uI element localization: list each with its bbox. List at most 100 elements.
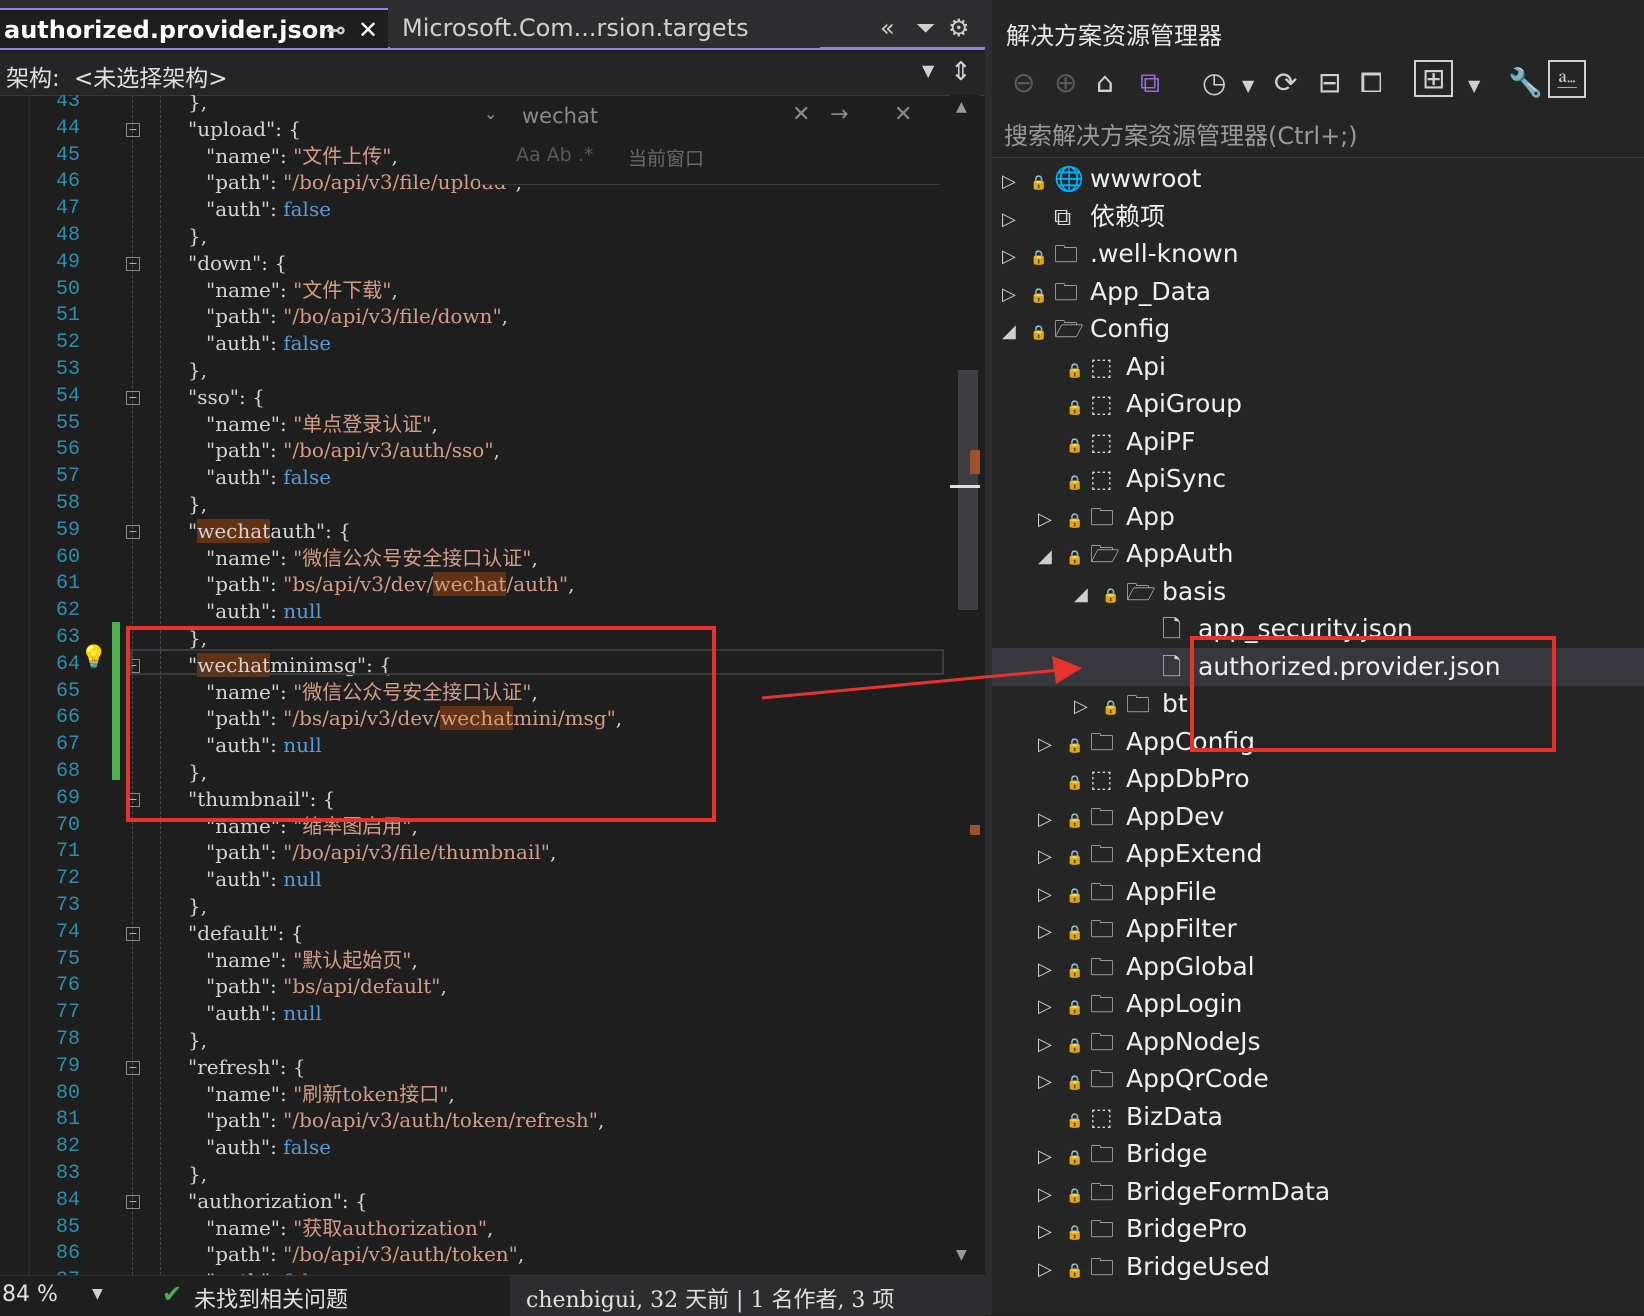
- tree-node[interactable]: ▷ 🔒 🗀 AppLogin: [992, 985, 1644, 1023]
- code-line[interactable]: "default": {: [188, 920, 304, 946]
- collapsed-arrow-icon[interactable]: ▷: [1038, 1213, 1066, 1251]
- tree-node[interactable]: ▷ 🔒 🗀 BridgePro: [992, 1210, 1644, 1248]
- tree-node[interactable]: 🔒 ⬚ AppDbPro: [992, 760, 1644, 798]
- code-line[interactable]: },: [188, 95, 207, 115]
- tree-node[interactable]: ◢ 🔒 🗁 Config: [992, 310, 1644, 348]
- tree-node[interactable]: ▷ 🔒 🗀 Bridge: [992, 1135, 1644, 1173]
- close-icon[interactable]: ✕: [358, 10, 378, 50]
- tree-node[interactable]: 🔒 ⬚ BizData: [992, 1098, 1644, 1136]
- tree-node[interactable]: 🔒 ⬚ ApiPF: [992, 423, 1644, 461]
- sync-with-active-document-icon[interactable]: ⊞: [1414, 60, 1454, 97]
- home-icon[interactable]: ⌂: [1096, 66, 1114, 99]
- code-line[interactable]: "upload": {: [188, 116, 301, 142]
- tree-node[interactable]: ▷ 🔒 🗀 AppFilter: [992, 910, 1644, 948]
- splitter[interactable]: [985, 0, 992, 1315]
- tree-node[interactable]: 🔒 ⬚ ApiSync: [992, 460, 1644, 498]
- fold-toggle-icon[interactable]: −: [126, 926, 140, 941]
- tab-microsoft-targets[interactable]: Microsoft.Com...rsion.targets: [390, 8, 820, 48]
- collapsed-arrow-icon[interactable]: ▷: [1038, 726, 1066, 764]
- chevron-down-icon[interactable]: ▼: [922, 61, 934, 80]
- tree-node[interactable]: ▷ 🔒 🗀 AppFile: [992, 873, 1644, 911]
- collapsed-arrow-icon[interactable]: ▷: [1038, 951, 1066, 989]
- code-line[interactable]: "path": "/bo/api/v3/auth/sso",: [206, 437, 500, 463]
- chevron-down-icon[interactable]: ▼: [1242, 76, 1254, 95]
- refresh-icon[interactable]: ⟳: [1274, 66, 1297, 99]
- scroll-up-icon[interactable]: ▲: [956, 99, 967, 115]
- find-next-icon[interactable]: →: [830, 102, 848, 127]
- expanded-arrow-icon[interactable]: ◢: [1002, 313, 1030, 351]
- code-line[interactable]: "name": "默认起始页",: [206, 947, 418, 973]
- collapsed-arrow-icon[interactable]: ▷: [1038, 1176, 1066, 1214]
- code-line[interactable]: "name": "文件上传",: [206, 143, 398, 169]
- code-line[interactable]: "auth": false: [206, 330, 331, 356]
- close-icon[interactable]: ✕: [894, 102, 912, 127]
- show-all-files-icon[interactable]: ⧠: [1360, 66, 1382, 100]
- fold-toggle-icon[interactable]: −: [126, 524, 140, 539]
- code-line[interactable]: "sso": {: [188, 384, 265, 410]
- pin-icon[interactable]: ⊸: [326, 10, 346, 50]
- code-line[interactable]: "wechatauth": {: [188, 518, 351, 544]
- code-line[interactable]: },: [188, 1161, 207, 1187]
- code-line[interactable]: "auth": false: [206, 196, 331, 222]
- chevron-down-icon[interactable]: ▼: [92, 1286, 103, 1302]
- tree-node[interactable]: ▷ 🔒 🗀 App: [992, 498, 1644, 536]
- code-line[interactable]: "path": "/bo/api/v3/auth/token/refresh",: [206, 1107, 604, 1133]
- scroll-down-icon[interactable]: ▼: [956, 1247, 967, 1263]
- properties-wrench-icon[interactable]: 🔧: [1508, 66, 1543, 99]
- find-scope[interactable]: 当前窗口: [628, 144, 704, 171]
- collapsed-arrow-icon[interactable]: ▷: [1002, 163, 1030, 201]
- tree-node[interactable]: ▷ 🔒 🗀 BridgeFormData: [992, 1173, 1644, 1211]
- code-line[interactable]: "auth": false: [206, 1268, 331, 1275]
- vertical-scrollbar[interactable]: ▲ ▼: [950, 95, 980, 1275]
- pending-changes-icon[interactable]: ◷: [1202, 66, 1226, 99]
- collapsed-arrow-icon[interactable]: ▷: [1038, 801, 1066, 839]
- tree-node[interactable]: 🔒 ⬚ Api: [992, 348, 1644, 386]
- tab-overflow-icon[interactable]: «: [880, 8, 895, 48]
- code-line[interactable]: },: [188, 491, 207, 517]
- forward-icon[interactable]: ⊕: [1054, 66, 1077, 99]
- code-line[interactable]: "down": {: [188, 250, 287, 276]
- code-line[interactable]: "name": "微信公众号安全接口认证",: [206, 545, 538, 571]
- code-line[interactable]: "path": "/bo/api/v3/file/thumbnail",: [206, 839, 556, 865]
- collapsed-arrow-icon[interactable]: ▷: [1038, 1026, 1066, 1064]
- zoom-level[interactable]: 84 %: [2, 1282, 58, 1307]
- tree-node[interactable]: 🔒 ⬚ ApiGroup: [992, 385, 1644, 423]
- fold-toggle-icon[interactable]: −: [126, 256, 140, 271]
- arch-select[interactable]: <未选择架构>: [74, 59, 228, 93]
- tree-node[interactable]: ▷ 🔒 🗀 AppNodeJs: [992, 1023, 1644, 1061]
- fold-toggle-icon[interactable]: −: [126, 390, 140, 405]
- code-line[interactable]: },: [188, 357, 207, 383]
- expanded-arrow-icon[interactable]: ◢: [1074, 576, 1102, 614]
- chevron-down-icon[interactable]: ⌄: [484, 104, 497, 123]
- collapsed-arrow-icon[interactable]: ▷: [1038, 838, 1066, 876]
- collapsed-arrow-icon[interactable]: ▷: [1038, 501, 1066, 539]
- code-line[interactable]: "path": "/bo/api/v3/auth/token",: [206, 1241, 524, 1267]
- collapsed-arrow-icon[interactable]: ▷: [1038, 1138, 1066, 1176]
- dropdown-icon[interactable]: ⏷: [916, 8, 935, 48]
- tree-node[interactable]: ▷ 🔒 🗀 BridgeUsed: [992, 1248, 1644, 1286]
- code-line[interactable]: "name": "获取authorization",: [206, 1215, 493, 1241]
- explorer-search-input[interactable]: 搜索解决方案资源管理器(Ctrl+;): [992, 114, 1644, 158]
- vs-switch-view-icon[interactable]: ⧉: [1140, 66, 1160, 100]
- fold-toggle-icon[interactable]: −: [126, 1060, 140, 1075]
- collapsed-arrow-icon[interactable]: ▷: [1002, 201, 1030, 239]
- code-line[interactable]: "path": "bs/api/default",: [206, 973, 447, 999]
- collapsed-arrow-icon[interactable]: ▷: [1074, 688, 1102, 726]
- code-line[interactable]: "path": "/bo/api/v3/file/down",: [206, 303, 508, 329]
- collapsed-arrow-icon[interactable]: ▷: [1002, 276, 1030, 314]
- code-line[interactable]: },: [188, 1027, 207, 1053]
- fold-toggle-icon[interactable]: −: [126, 122, 140, 137]
- tree-node[interactable]: ▷ 🔒 🗀 AppExtend: [992, 835, 1644, 873]
- preview-selected-icon[interactable]: ⎁: [1548, 60, 1587, 98]
- code-line[interactable]: "name": "刷新token接口",: [206, 1081, 455, 1107]
- code-line[interactable]: "auth": null: [206, 1000, 322, 1026]
- collapsed-arrow-icon[interactable]: ▷: [1038, 1251, 1066, 1289]
- git-blame-info[interactable]: chenbigui, 32 天前 | 1 名作者, 3 项: [526, 1282, 894, 1314]
- code-line[interactable]: "path": "/bo/api/v3/file/upload",: [206, 169, 522, 195]
- gear-icon[interactable]: ⚙: [948, 8, 970, 48]
- code-line[interactable]: },: [188, 893, 207, 919]
- code-line[interactable]: "path": "bs/api/v3/dev/wechat/auth",: [206, 571, 574, 597]
- code-line[interactable]: "refresh": {: [188, 1054, 306, 1080]
- tree-node[interactable]: ▷ 🔒 🗀 .well-known: [992, 235, 1644, 273]
- code-line[interactable]: "auth": false: [206, 1134, 331, 1160]
